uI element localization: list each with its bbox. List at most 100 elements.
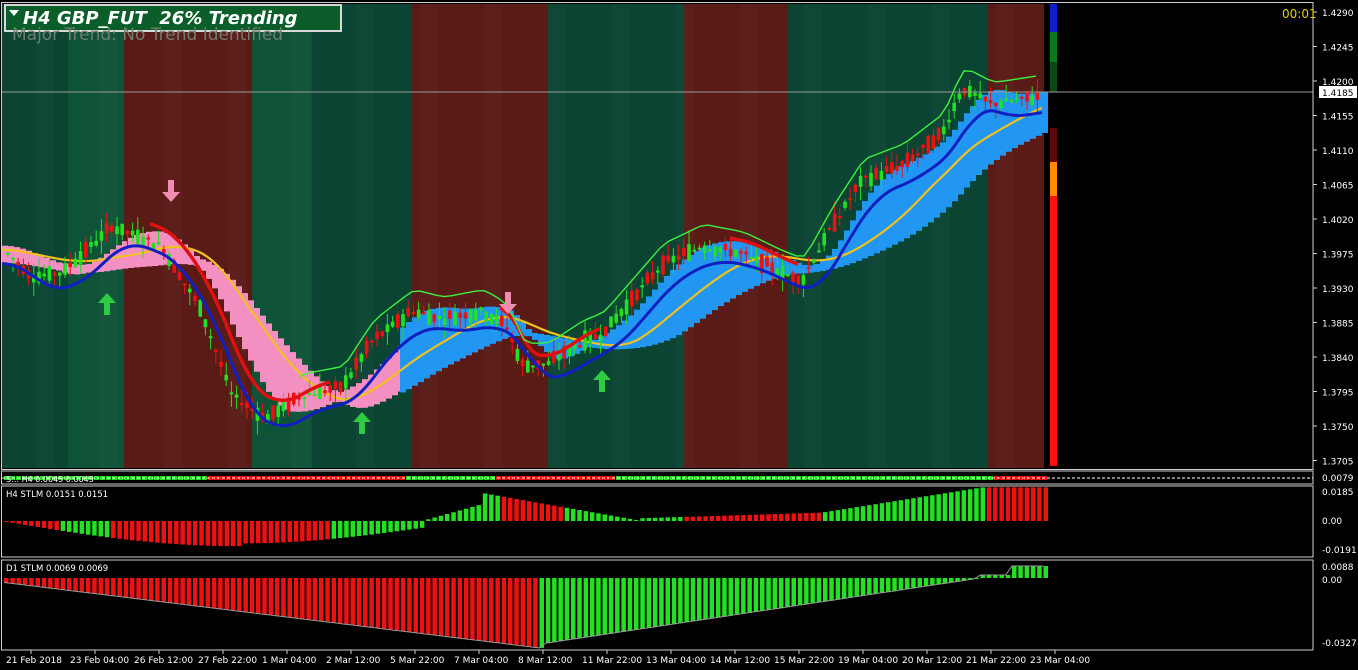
h4-stlm-bar [823, 512, 828, 521]
h4-stlm-bar [375, 521, 381, 534]
h4-stlm-bar [356, 521, 362, 537]
time-tick-label: 23 Mar 04:00 [1030, 656, 1090, 666]
candle-body [385, 324, 390, 333]
candle-body [234, 394, 239, 398]
d1-stlm-bar [804, 578, 809, 605]
h4-stlm-bar [646, 517, 652, 521]
time-tick-label: 21 Feb 2018 [6, 656, 62, 666]
d1-stlm-bar [709, 578, 715, 619]
candle-body [619, 308, 624, 317]
h4-stlm-bar [634, 519, 639, 521]
d1-stlm-bar [407, 578, 412, 632]
d1-stlm-bar [917, 578, 922, 588]
d1-stlm-bar [22, 578, 28, 585]
d1-stlm-bar [678, 578, 683, 624]
h4-stlm-bar [22, 521, 28, 525]
h4-stlm-bar [728, 515, 733, 521]
candle-body [957, 93, 962, 100]
h4-stlm-bar [382, 521, 387, 533]
h4-stlm-bar [621, 517, 626, 521]
d1-stlm-bar [810, 578, 815, 604]
candle-body [448, 310, 452, 319]
h4-stlm-bar [98, 521, 103, 537]
d1-stlm-bar [508, 578, 513, 645]
h4-stlm-bar [571, 508, 576, 521]
collapse-triangle-icon[interactable] [9, 10, 19, 16]
candle-body [354, 357, 358, 370]
d1-stlm-label: D1 STLM 0.0069 0.0069 [6, 564, 108, 574]
h4-stlm-bar [652, 517, 658, 521]
d1-stlm-bar [413, 578, 418, 633]
h4-stlm-bar [10, 521, 15, 523]
blue-cloud-step [892, 169, 898, 245]
h4-stlm-bar [388, 521, 393, 533]
candle-body [453, 312, 457, 326]
major-trend-label: Major Trend: No Trend Identified [12, 25, 284, 45]
chart-canvas[interactable]: 1.42901.42451.42001.41551.41101.40651.40… [0, 0, 1358, 670]
pink-cloud-step [302, 364, 308, 412]
candle-body [676, 255, 681, 260]
d1-stlm-bar [766, 578, 771, 611]
d1-stlm-bar [256, 578, 261, 614]
candle-body [156, 241, 161, 244]
h4-stlm-bar [1030, 487, 1036, 521]
d1-stlm-bar [344, 578, 349, 625]
h4-stlm-bar [577, 510, 582, 521]
candle-body [884, 165, 889, 173]
d1-stlm-bar [879, 578, 885, 594]
h4-stlm-bar [552, 505, 557, 521]
blue-cloud-step [904, 163, 910, 239]
h4-stlm-bar [791, 513, 796, 521]
candle-body [843, 201, 847, 208]
h4-stlm-bar [949, 492, 954, 521]
candle-body [479, 307, 483, 311]
candle-body [89, 241, 93, 247]
h4-stlm-bar [319, 521, 324, 540]
d1-stlm-bar [886, 578, 891, 593]
candle-body [1004, 98, 1008, 102]
candle-body [58, 272, 62, 276]
h4-stlm-bar [993, 487, 998, 521]
candle-body [520, 359, 525, 367]
candle-body [999, 100, 1003, 108]
zone-stripe [804, 4, 822, 468]
d1-stlm-bar [930, 578, 935, 586]
h4-stlm-bar [785, 513, 790, 521]
price-tick-label: 1.4020 [1322, 216, 1354, 226]
d1-stlm-bar [476, 578, 481, 641]
d1-stlm-bar [923, 578, 929, 587]
candle-body [245, 402, 249, 409]
price-tick-label: 1.3840 [1322, 354, 1354, 364]
d1-stlm-bar [180, 578, 185, 605]
candle-body [484, 312, 488, 322]
candle-body [494, 315, 499, 324]
candle-body [401, 313, 405, 327]
d1-stlm-bar [249, 578, 255, 613]
candle-body [666, 255, 670, 262]
h4-stlm-bar [312, 521, 318, 541]
d1-stlm-bar [848, 578, 853, 598]
trend-zone [2, 4, 68, 468]
d1-stlm-bar [186, 578, 192, 605]
blue-cloud-step [682, 259, 688, 332]
candle-body [635, 289, 639, 301]
h4-stlm-bar [224, 521, 229, 547]
trend-zone [684, 4, 788, 468]
candle-body [593, 333, 598, 339]
candle-body [271, 405, 275, 420]
d1-stlm-bar [445, 578, 450, 637]
strength-bar-orange [1050, 162, 1057, 196]
blue-cloud-step [526, 329, 532, 337]
candle-body [349, 372, 353, 378]
d1-stlm-bar [230, 578, 236, 611]
h4-stlm-bar [174, 521, 179, 545]
candle-body [458, 312, 462, 318]
h4-stlm-bar [545, 504, 551, 521]
blue-cloud-step [646, 296, 652, 347]
candle-body [151, 243, 156, 249]
candle-body [219, 361, 223, 367]
d1-stlm-bar [363, 578, 368, 627]
candle-body [978, 93, 982, 99]
h4-stlm-bar [29, 521, 34, 526]
time-tick-label: 5 Mar 22:00 [390, 656, 445, 666]
